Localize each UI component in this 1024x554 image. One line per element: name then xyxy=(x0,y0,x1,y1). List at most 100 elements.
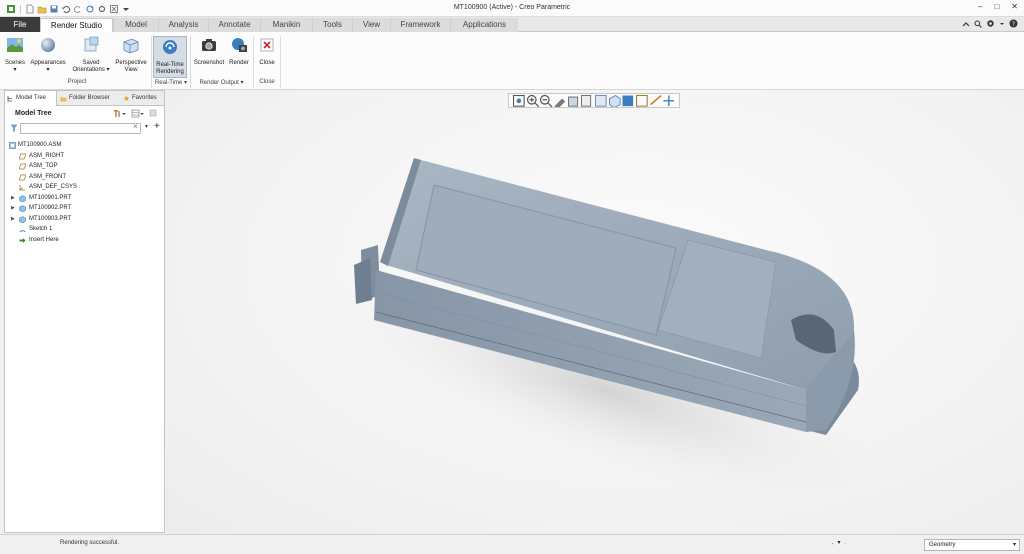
selection-box-icon[interactable] xyxy=(844,543,846,545)
chevron-down-icon[interactable]: ▾ xyxy=(837,539,840,549)
chevron-down-icon[interactable]: ▾ xyxy=(184,80,187,86)
close-button[interactable]: Close xyxy=(256,36,278,67)
ribbon-tabs: File Render Studio Model Analysis Annota… xyxy=(0,17,1024,33)
part-icon xyxy=(19,194,26,202)
datum-display-icon[interactable] xyxy=(635,94,649,108)
tab-annotate[interactable]: Annotate xyxy=(208,18,260,32)
selection-filter-select[interactable]: Geometry ▾ xyxy=(924,539,1020,551)
help-icon[interactable]: ? xyxy=(1009,19,1018,28)
saved-orientations-button[interactable]: Saved Orientations ▾ xyxy=(70,36,112,74)
expand-arrow-icon[interactable]: ▶ xyxy=(11,203,15,213)
find-binoculars-icon[interactable] xyxy=(832,543,834,545)
favorites-star-icon xyxy=(123,95,130,101)
model-tree: MT100900.ASM ASM_RIGHT ASM_TOP ASM_FRONT… xyxy=(5,140,164,245)
ribbon: Scenes ▾ Appearances ▾ Saved Orientation… xyxy=(0,32,1024,90)
repaint-icon[interactable] xyxy=(553,94,567,108)
zoom-out-icon[interactable] xyxy=(539,94,553,108)
maximize-icon[interactable]: □ xyxy=(994,2,999,11)
perspective-label-2: View xyxy=(124,67,138,73)
tab-render-studio[interactable]: Render Studio xyxy=(40,18,113,33)
minimize-icon[interactable]: – xyxy=(978,2,982,11)
tab-view[interactable]: View xyxy=(352,18,390,32)
tree-item-datum-plane[interactable]: ASM_RIGHT xyxy=(5,151,164,162)
tree-item-assembly[interactable]: MT100900.ASM xyxy=(5,140,164,151)
display-style-icon[interactable] xyxy=(567,94,581,108)
tab-model-tree[interactable]: Model Tree xyxy=(5,91,57,106)
scenes-label: Scenes xyxy=(4,60,25,66)
group-close-label: Close xyxy=(259,79,275,85)
tab-tools[interactable]: Tools xyxy=(312,18,352,32)
tab-framework[interactable]: Framework xyxy=(390,18,450,32)
tree-settings-icon[interactable] xyxy=(113,109,126,118)
tree-item-datum-plane[interactable]: ASM_TOP xyxy=(5,161,164,172)
tree-item-part[interactable]: ▶ MT100903.PRT xyxy=(5,214,164,225)
tab-model-tree-label: Model Tree xyxy=(16,95,47,101)
tree-item-label: Sketch 1 xyxy=(29,226,53,232)
tree-item-part[interactable]: ▶ MT100902.PRT xyxy=(5,203,164,214)
perspective-icon[interactable] xyxy=(608,94,622,108)
chevron-down-icon: ▾ xyxy=(46,67,50,73)
tab-folder-browser-label: Folder Browser xyxy=(69,95,110,101)
tab-applications[interactable]: Applications xyxy=(450,18,518,32)
tab-manikin[interactable]: Manikin xyxy=(260,18,312,32)
tree-columns-icon[interactable] xyxy=(131,109,144,118)
tree-item-label: ASM_TOP xyxy=(29,163,58,169)
camera-icon xyxy=(202,39,216,51)
expand-arrow-icon[interactable]: ▶ xyxy=(11,193,15,203)
tree-item-label: Insert Here xyxy=(29,236,59,243)
group-realtime-label: Real-Time xyxy=(154,80,183,86)
saved-orientations-label-2: Orientations xyxy=(72,67,105,73)
model-tree-title: Model Tree xyxy=(15,110,52,117)
tab-file[interactable]: File xyxy=(0,17,40,32)
chevron-down-icon[interactable]: ▾ xyxy=(145,123,148,130)
section-icon[interactable] xyxy=(621,94,635,108)
close-icon[interactable]: ✕ xyxy=(1011,2,1018,11)
chevron-down-icon: ▾ xyxy=(13,67,17,73)
tab-analysis[interactable]: Analysis xyxy=(158,18,208,32)
zoom-in-icon[interactable] xyxy=(526,94,540,108)
part-icon xyxy=(19,215,26,223)
tree-search-input[interactable] xyxy=(20,123,141,134)
appearances-button[interactable]: Appearances ▾ xyxy=(28,36,68,74)
chevron-up-icon[interactable] xyxy=(962,20,970,28)
annotation-display-icon[interactable] xyxy=(649,94,663,108)
tab-model[interactable]: Model xyxy=(113,18,158,32)
render-button[interactable]: Render xyxy=(227,36,251,67)
chevron-down-icon[interactable]: ▾ xyxy=(241,80,244,86)
tree-item-insert-here[interactable]: Insert Here xyxy=(5,235,164,246)
scenes-button[interactable]: Scenes ▾ xyxy=(4,36,26,74)
saved-orientations-label-1: Saved xyxy=(82,60,100,66)
search-icon[interactable] xyxy=(974,20,982,28)
perspective-view-icon xyxy=(123,38,139,54)
screenshot-button[interactable]: Screenshot xyxy=(193,36,225,67)
tree-filter-icon[interactable] xyxy=(149,109,158,118)
graphics-viewport[interactable] xyxy=(166,90,1024,533)
expand-arrow-icon[interactable]: ▶ xyxy=(11,214,15,224)
tab-folder-browser[interactable]: Folder Browser xyxy=(58,91,120,106)
close-x-icon xyxy=(260,38,274,52)
tree-item-label: MT100900.ASM xyxy=(18,142,62,148)
tree-item-part[interactable]: ▶ MT100901.PRT xyxy=(5,193,164,204)
real-time-rendering-button[interactable]: Real-Time Rendering xyxy=(153,36,187,78)
folder-icon xyxy=(60,97,67,102)
perspective-view-button[interactable]: Perspective View xyxy=(113,36,149,74)
scenes-icon xyxy=(7,38,23,52)
tree-item-sketch[interactable]: Sketch 1 xyxy=(5,224,164,235)
render-icon xyxy=(232,38,247,52)
tree-item-label: MT100902.PRT xyxy=(29,205,72,211)
clear-search-icon[interactable]: × xyxy=(133,122,138,131)
funnel-icon[interactable] xyxy=(10,124,18,132)
refit-icon[interactable] xyxy=(512,94,526,108)
group-project-label: Project xyxy=(67,79,87,85)
tree-item-csys[interactable]: ASM_DEF_CSYS xyxy=(5,182,164,193)
tree-item-datum-plane[interactable]: ASM_FRONT xyxy=(5,172,164,183)
add-icon[interactable]: + xyxy=(154,121,160,132)
tab-favorites[interactable]: Favorites xyxy=(121,91,164,106)
view-manager-icon[interactable] xyxy=(594,94,608,108)
tree-item-label: ASM_RIGHT xyxy=(29,152,65,159)
saved-orientations-icon[interactable] xyxy=(580,94,594,108)
gear-icon[interactable] xyxy=(986,19,995,28)
chevron-down-icon[interactable] xyxy=(999,20,1005,28)
spin-center-icon[interactable] xyxy=(662,94,676,108)
3d-model-render xyxy=(319,158,893,507)
